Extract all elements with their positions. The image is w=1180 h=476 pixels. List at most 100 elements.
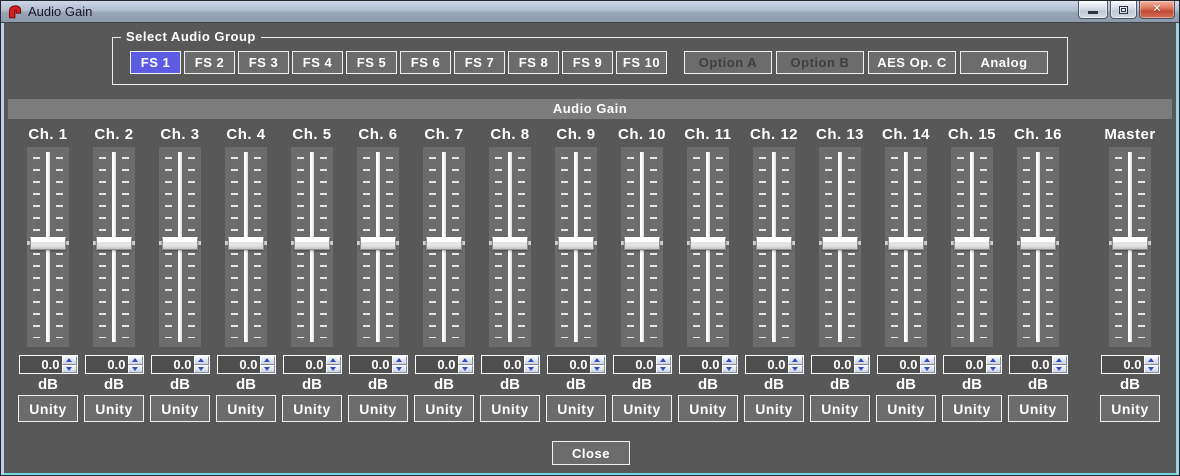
gain-value[interactable]: 0.0: [152, 356, 194, 373]
gain-value[interactable]: 0.0: [746, 356, 788, 373]
unity-button[interactable]: Unity: [348, 395, 408, 422]
group-button-analog[interactable]: Analog: [960, 51, 1048, 74]
slider-thumb[interactable]: [558, 237, 594, 250]
gain-value[interactable]: 0.0: [548, 356, 590, 373]
spin-down-button[interactable]: [986, 365, 1001, 374]
slider-thumb[interactable]: [624, 237, 660, 250]
group-button-fs-6[interactable]: FS 6: [400, 51, 451, 74]
group-button-fs-3[interactable]: FS 3: [238, 51, 289, 74]
slider-thumb[interactable]: [822, 237, 858, 250]
gain-slider-track[interactable]: [27, 147, 69, 347]
unity-button[interactable]: Unity: [678, 395, 738, 422]
group-button-fs-5[interactable]: FS 5: [346, 51, 397, 74]
unity-button[interactable]: Unity: [1100, 395, 1160, 422]
gain-value[interactable]: 0.0: [812, 356, 854, 373]
group-button-option-b[interactable]: Option B: [776, 51, 864, 74]
spin-up-button[interactable]: [524, 356, 539, 365]
group-button-fs-4[interactable]: FS 4: [292, 51, 343, 74]
unity-button[interactable]: Unity: [150, 395, 210, 422]
slider-thumb[interactable]: [492, 237, 528, 250]
gain-slider-track[interactable]: [423, 147, 465, 347]
slider-thumb[interactable]: [690, 237, 726, 250]
group-button-option-a[interactable]: Option A: [684, 51, 772, 74]
gain-slider-track[interactable]: [489, 147, 531, 347]
gain-value[interactable]: 0.0: [878, 356, 920, 373]
gain-slider-track[interactable]: [291, 147, 333, 347]
app-icon[interactable]: [7, 4, 23, 20]
group-button-fs-8[interactable]: FS 8: [508, 51, 559, 74]
spin-up-button[interactable]: [128, 356, 143, 365]
spin-down-button[interactable]: [920, 365, 935, 374]
slider-thumb[interactable]: [1020, 237, 1056, 250]
gain-value[interactable]: 0.0: [1102, 356, 1144, 373]
slider-thumb[interactable]: [228, 237, 264, 250]
unity-button[interactable]: Unity: [18, 395, 78, 422]
spin-up-button[interactable]: [656, 356, 671, 365]
unity-button[interactable]: Unity: [876, 395, 936, 422]
gain-value[interactable]: 0.0: [416, 356, 458, 373]
gain-slider-track[interactable]: [753, 147, 795, 347]
slider-thumb[interactable]: [426, 237, 462, 250]
spin-down-button[interactable]: [260, 365, 275, 374]
slider-thumb[interactable]: [756, 237, 792, 250]
slider-thumb[interactable]: [294, 237, 330, 250]
group-button-fs-7[interactable]: FS 7: [454, 51, 505, 74]
gain-slider-track[interactable]: [621, 147, 663, 347]
spin-down-button[interactable]: [1052, 365, 1067, 374]
spin-up-button[interactable]: [722, 356, 737, 365]
group-button-fs-2[interactable]: FS 2: [184, 51, 235, 74]
gain-value[interactable]: 0.0: [680, 356, 722, 373]
spin-down-button[interactable]: [1144, 365, 1159, 374]
unity-button[interactable]: Unity: [942, 395, 1002, 422]
spin-down-button[interactable]: [326, 365, 341, 374]
spin-down-button[interactable]: [392, 365, 407, 374]
gain-slider-track[interactable]: [1017, 147, 1059, 347]
unity-button[interactable]: Unity: [282, 395, 342, 422]
slider-thumb[interactable]: [30, 237, 66, 250]
window-close-button[interactable]: ✕: [1139, 1, 1175, 19]
spin-down-button[interactable]: [128, 365, 143, 374]
spin-down-button[interactable]: [458, 365, 473, 374]
spin-up-button[interactable]: [986, 356, 1001, 365]
spin-up-button[interactable]: [392, 356, 407, 365]
spin-up-button[interactable]: [62, 356, 77, 365]
gain-slider-track[interactable]: [687, 147, 729, 347]
slider-thumb[interactable]: [888, 237, 924, 250]
spin-down-button[interactable]: [194, 365, 209, 374]
spin-up-button[interactable]: [326, 356, 341, 365]
spin-up-button[interactable]: [194, 356, 209, 365]
spin-down-button[interactable]: [656, 365, 671, 374]
unity-button[interactable]: Unity: [480, 395, 540, 422]
spin-down-button[interactable]: [62, 365, 77, 374]
spin-up-button[interactable]: [1144, 356, 1159, 365]
slider-thumb[interactable]: [954, 237, 990, 250]
group-button-aes-op-c[interactable]: AES Op. C: [868, 51, 956, 74]
spin-down-button[interactable]: [524, 365, 539, 374]
slider-thumb[interactable]: [96, 237, 132, 250]
gain-value[interactable]: 0.0: [218, 356, 260, 373]
slider-thumb[interactable]: [1112, 237, 1148, 250]
gain-slider-track[interactable]: [555, 147, 597, 347]
spin-up-button[interactable]: [590, 356, 605, 365]
gain-slider-track[interactable]: [159, 147, 201, 347]
spin-up-button[interactable]: [788, 356, 803, 365]
group-button-fs-10[interactable]: FS 10: [616, 51, 667, 74]
gain-value[interactable]: 0.0: [482, 356, 524, 373]
unity-button[interactable]: Unity: [216, 395, 276, 422]
spin-down-button[interactable]: [722, 365, 737, 374]
unity-button[interactable]: Unity: [84, 395, 144, 422]
gain-value[interactable]: 0.0: [350, 356, 392, 373]
spin-down-button[interactable]: [788, 365, 803, 374]
close-button[interactable]: Close: [552, 441, 630, 465]
spin-down-button[interactable]: [854, 365, 869, 374]
slider-thumb[interactable]: [360, 237, 396, 250]
gain-slider-track[interactable]: [951, 147, 993, 347]
gain-slider-track[interactable]: [357, 147, 399, 347]
gain-slider-track[interactable]: [93, 147, 135, 347]
spin-up-button[interactable]: [854, 356, 869, 365]
gain-value[interactable]: 0.0: [20, 356, 62, 373]
spin-up-button[interactable]: [458, 356, 473, 365]
gain-value[interactable]: 0.0: [614, 356, 656, 373]
unity-button[interactable]: Unity: [744, 395, 804, 422]
unity-button[interactable]: Unity: [414, 395, 474, 422]
